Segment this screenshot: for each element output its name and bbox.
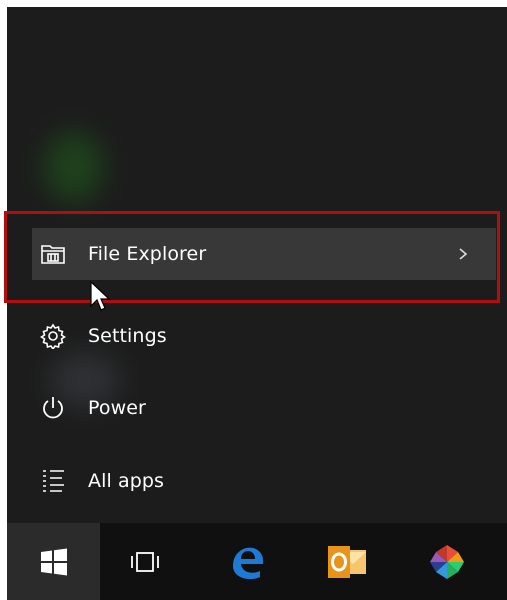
taskbar — [7, 523, 507, 600]
gem-icon — [430, 544, 464, 579]
outlook-button[interactable] — [312, 523, 382, 600]
edge-button[interactable] — [212, 523, 282, 600]
app-button[interactable] — [412, 523, 482, 600]
list-icon — [38, 466, 68, 496]
menu-item-power[interactable]: Power — [32, 382, 496, 434]
menu-item-file-explorer[interactable]: File Explorer — [32, 228, 496, 280]
start-button[interactable] — [7, 523, 100, 600]
power-icon — [38, 393, 68, 423]
mouse-cursor-icon — [90, 281, 111, 311]
windows-logo-icon — [40, 548, 67, 575]
chevron-right-icon — [459, 248, 468, 260]
outlook-icon — [328, 545, 366, 578]
gear-icon — [38, 321, 68, 351]
menu-item-all-apps[interactable]: All apps — [32, 455, 496, 507]
folder-explorer-icon — [38, 239, 68, 269]
menu-item-label: Power — [88, 397, 146, 419]
start-menu: File Explorer Settings Power All apps — [7, 7, 507, 523]
background-blur — [45, 132, 103, 202]
task-view-icon — [131, 551, 159, 572]
menu-item-label: File Explorer — [88, 243, 207, 265]
menu-item-label: All apps — [88, 470, 165, 492]
edge-icon — [233, 547, 264, 579]
menu-item-settings[interactable]: Settings — [32, 310, 496, 362]
task-view-button[interactable] — [107, 523, 183, 600]
menu-item-label: Settings — [88, 325, 167, 347]
